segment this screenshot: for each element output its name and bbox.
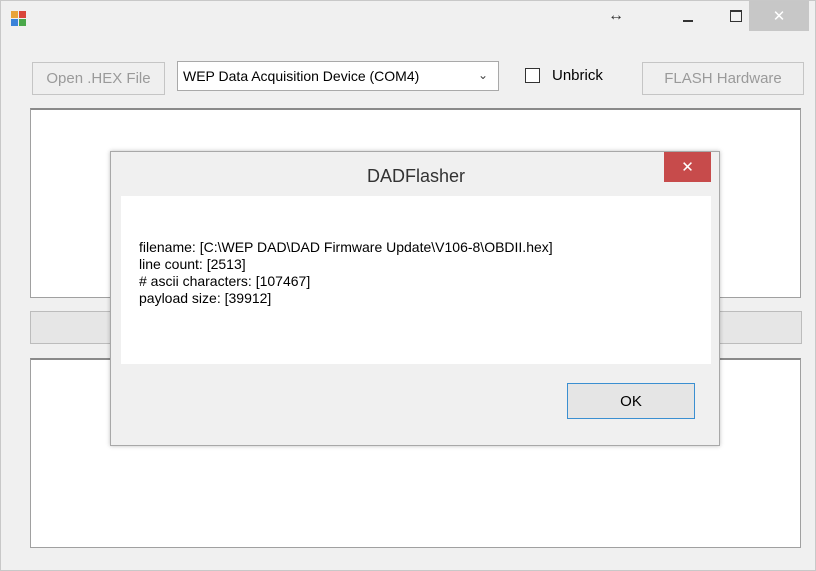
app-icon[interactable] <box>11 11 27 27</box>
message-line-count: line count: [2513] <box>139 256 246 272</box>
dialog-message-area: filename: [C:\WEP DAD\DAD Firmware Updat… <box>121 196 711 364</box>
message-payload-size: payload size: [39912] <box>139 290 272 306</box>
device-select-value: WEP Data Acquisition Device (COM4) <box>183 68 420 84</box>
unbrick-checkbox[interactable] <box>525 68 540 83</box>
dialog-title: DADFlasher <box>366 166 466 186</box>
minimize-button[interactable] <box>671 1 705 31</box>
close-icon: ✕ <box>681 159 694 176</box>
minimize-icon <box>683 20 693 22</box>
dialog-close-button[interactable]: ✕ <box>664 152 711 182</box>
message-filename: filename: [C:\WEP DAD\DAD Firmware Updat… <box>139 239 553 255</box>
unbrick-label: Unbrick <box>552 67 603 84</box>
flash-hardware-button[interactable]: FLASH Hardware <box>642 62 804 95</box>
title-bar[interactable]: ↔ ✕ <box>1 1 815 39</box>
maximize-button[interactable] <box>719 1 753 31</box>
message-ascii-characters: # ascii characters: [107467] <box>139 273 311 289</box>
left-right-arrow-icon: ↔ <box>608 7 624 24</box>
ok-button[interactable]: OK <box>567 383 695 419</box>
close-icon: ✕ <box>772 8 786 25</box>
open-hex-file-button[interactable]: Open .HEX File <box>32 62 165 95</box>
maximize-icon <box>730 10 742 22</box>
message-dialog: DADFlasher ✕ filename: [C:\WEP DAD\DAD F… <box>110 151 720 446</box>
device-select[interactable]: WEP Data Acquisition Device (COM4) ⌄ <box>177 61 499 91</box>
unbrick-option[interactable]: Unbrick <box>525 67 603 84</box>
close-button[interactable]: ✕ <box>749 1 809 31</box>
chevron-down-icon: ⌄ <box>477 68 488 82</box>
dialog-message: filename: [C:\WEP DAD\DAD Firmware Updat… <box>139 239 553 307</box>
